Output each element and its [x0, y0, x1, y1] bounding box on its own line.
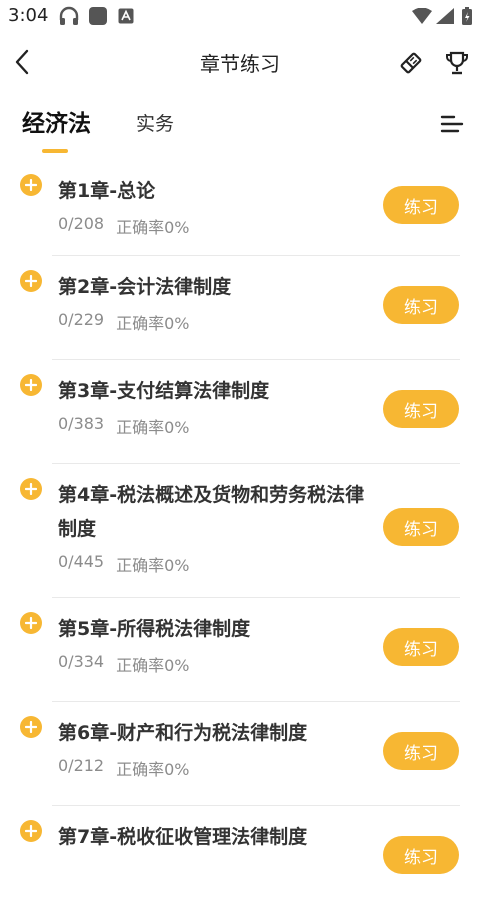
expand-plus-icon[interactable]	[20, 820, 42, 842]
chapter-item: 第6章-财产和行为税法律制度 0/212 正确率0% 练习	[0, 702, 480, 806]
chapter-progress: 0/383	[58, 414, 105, 433]
chapter-list: 第1章-总论 0/208 正确率0% 练习 第2章-会计法律制度 0/229 正确率…	[0, 160, 480, 910]
chapter-progress: 0/229	[58, 310, 105, 329]
trophy-icon	[446, 51, 468, 75]
expand-plus-icon[interactable]	[20, 478, 42, 500]
chapter-accuracy: 正确率0%	[116, 656, 190, 675]
chapter-progress: 0/212	[58, 756, 105, 775]
practice-button[interactable]: 练习	[383, 836, 459, 874]
app-notification-icon	[88, 6, 108, 30]
practice-button[interactable]: 练习	[383, 286, 459, 324]
trophy-button[interactable]	[442, 48, 472, 78]
keyboard-a-icon	[118, 8, 134, 28]
chapter-progress: 0/445	[58, 552, 105, 571]
eraser-button[interactable]	[396, 48, 426, 78]
practice-button[interactable]: 练习	[383, 508, 459, 546]
top-app-bar: 章节练习	[0, 36, 480, 92]
practice-button[interactable]: 练习	[383, 628, 459, 666]
chapter-progress: 0/208	[58, 214, 105, 233]
chapter-progress: 0/334	[58, 652, 105, 671]
chapter-title: 第4章-税法概述及货物和劳务税法律制度	[58, 484, 365, 540]
chapter-title: 第1章-总论	[58, 180, 156, 202]
tab-economic-law[interactable]: 经济法	[22, 104, 91, 138]
chapter-title: 第6章-财产和行为税法律制度	[58, 722, 308, 744]
menu-button[interactable]	[438, 110, 466, 138]
chapter-title: 第7章-税收征收管理法律制度	[58, 826, 308, 848]
signal-icon	[436, 8, 454, 28]
headphones-icon	[58, 6, 80, 30]
chapter-title: 第5章-所得税法律制度	[58, 618, 251, 640]
status-bar: 3:04	[0, 0, 480, 32]
chapter-accuracy: 正确率0%	[116, 418, 190, 437]
expand-plus-icon[interactable]	[20, 716, 42, 738]
chapter-title: 第3章-支付结算法律制度	[58, 380, 270, 402]
chapter-item: 第4章-税法概述及货物和劳务税法律制度 0/445 正确率0% 练习	[0, 464, 480, 598]
wifi-icon	[412, 7, 432, 28]
chapter-accuracy: 正确率0%	[116, 314, 190, 333]
chapter-accuracy: 正确率0%	[116, 218, 190, 237]
chapter-item: 第3章-支付结算法律制度 0/383 正确率0% 练习	[0, 360, 480, 464]
practice-button[interactable]: 练习	[383, 732, 459, 770]
chapter-accuracy: 正确率0%	[116, 556, 190, 575]
active-tab-indicator	[42, 149, 68, 153]
expand-plus-icon[interactable]	[20, 174, 42, 196]
practice-button[interactable]: 练习	[383, 186, 459, 224]
eraser-icon	[400, 52, 422, 74]
chapter-item: 第2章-会计法律制度 0/229 正确率0% 练习	[0, 256, 480, 360]
status-time: 3:04	[8, 5, 49, 26]
expand-plus-icon[interactable]	[20, 374, 42, 396]
chapter-accuracy: 正确率0%	[116, 760, 190, 779]
chapter-item: 第5章-所得税法律制度 0/334 正确率0% 练习	[0, 598, 480, 702]
chapter-item: 第7章-税收征收管理法律制度 练习	[0, 806, 480, 910]
chapter-item: 第1章-总论 0/208 正确率0% 练习	[0, 160, 480, 256]
list-menu-icon	[440, 115, 464, 133]
battery-icon	[462, 7, 472, 29]
subject-tabs: 经济法 实务	[0, 96, 480, 154]
practice-button[interactable]: 练习	[383, 390, 459, 428]
expand-plus-icon[interactable]	[20, 612, 42, 634]
tab-practice[interactable]: 实务	[136, 109, 174, 136]
expand-plus-icon[interactable]	[20, 270, 42, 292]
chapter-title: 第2章-会计法律制度	[58, 276, 232, 298]
